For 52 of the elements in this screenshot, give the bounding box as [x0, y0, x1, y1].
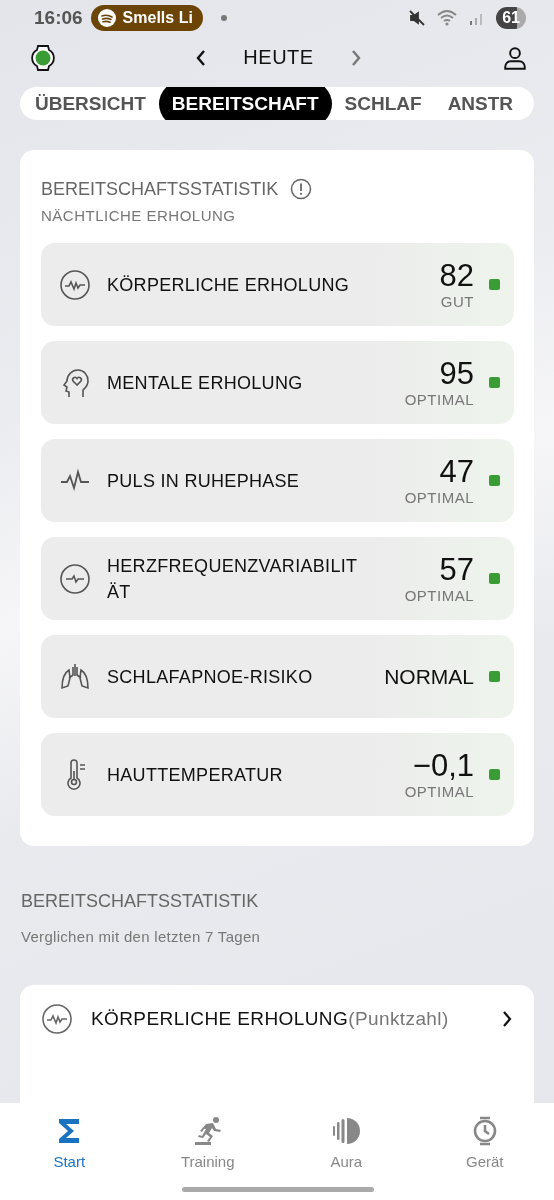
wifi-icon	[436, 7, 459, 28]
metric-name: MENTALE ERHOLUNG	[107, 371, 304, 395]
tab[interactable]: ÜBERSICHT	[22, 87, 159, 120]
metric-row[interactable]: MENTALE ERHOLUNG 95 OPTIMAL	[41, 341, 514, 424]
arcs-icon	[330, 1115, 363, 1147]
metric-value: NORMAL	[384, 664, 474, 689]
metric-rating: OPTIMAL	[404, 391, 474, 408]
metric-rating: GUT	[440, 293, 474, 310]
pulse-circle-icon	[59, 562, 91, 595]
tab[interactable]: ANSTR	[434, 87, 527, 120]
chevron-right-icon	[501, 1009, 513, 1029]
metric-row[interactable]: SCHLAFAPNOE-RISIKO NORMAL	[41, 635, 514, 718]
battery-indicator: 61	[496, 6, 526, 29]
comparison-label: KÖRPERLICHE ERHOLUNG(Punktzahl)	[91, 1008, 450, 1030]
status-time: 16:06	[34, 6, 83, 29]
media-pill[interactable]: Smells Li	[90, 4, 203, 31]
metric-row[interactable]: HAUTTEMPERATUR −0,1 OPTIMAL	[41, 733, 514, 816]
tab[interactable]: BEREITSCHAFT	[158, 87, 332, 120]
profile-icon[interactable]	[502, 44, 528, 71]
date-title: HEUTE	[243, 46, 314, 70]
metric-name: PULS IN RUHEPHASE	[107, 469, 301, 493]
info-icon[interactable]	[290, 178, 313, 200]
metric-row[interactable]: KÖRPERLICHE ERHOLUNG 82 GUT	[41, 243, 514, 326]
metric-value: 82	[439, 259, 474, 293]
metric-rating: OPTIMAL	[404, 587, 474, 604]
tab[interactable]: SCHLAF	[331, 87, 435, 120]
metric-rating: OPTIMAL	[404, 783, 474, 800]
metric-name: SCHLAFAPNOE-RISIKO	[107, 665, 314, 689]
metric-value: 95	[439, 357, 474, 391]
music-app-icon	[96, 7, 117, 28]
notification-dot	[220, 14, 227, 21]
section-title: BEREITSCHAFTSSTATISTIK	[21, 891, 260, 912]
comparison-row[interactable]: KÖRPERLICHE ERHOLUNG(Punktzahl)	[41, 1003, 513, 1035]
metric-name: HERZFREQUENZVARIABILITÄT	[107, 554, 359, 604]
metric-name: HAUTTEMPERATUR	[107, 763, 284, 787]
card-subtitle: NÄCHTLICHE ERHOLUNG	[41, 207, 237, 224]
metric-rating: OPTIMAL	[404, 489, 474, 506]
nav-item[interactable]: Aura	[277, 1103, 416, 1200]
metric-name: KÖRPERLICHE ERHOLUNG	[107, 273, 351, 297]
nav-item[interactable]: Start	[0, 1103, 139, 1200]
pulse-circle-icon	[41, 1003, 73, 1035]
metric-value: 47	[439, 455, 474, 489]
metric-row[interactable]: PULS IN RUHEPHASE 47 OPTIMAL	[41, 439, 514, 522]
card-title: BEREITSCHAFTSSTATISTIK	[41, 178, 279, 200]
pulse-circle-icon	[59, 268, 91, 301]
metric-value: −0,1	[412, 749, 474, 783]
metric-row[interactable]: HERZFREQUENZVARIABILITÄT 57 OPTIMAL	[41, 537, 514, 620]
watch-icon[interactable]	[31, 42, 55, 73]
metric-value: 57	[439, 553, 474, 587]
nav-item[interactable]: Training	[138, 1103, 277, 1200]
nav-item[interactable]: Gerät	[415, 1103, 554, 1200]
section-subtitle: Verglichen mit den letzten 7 Tagen	[21, 928, 262, 945]
